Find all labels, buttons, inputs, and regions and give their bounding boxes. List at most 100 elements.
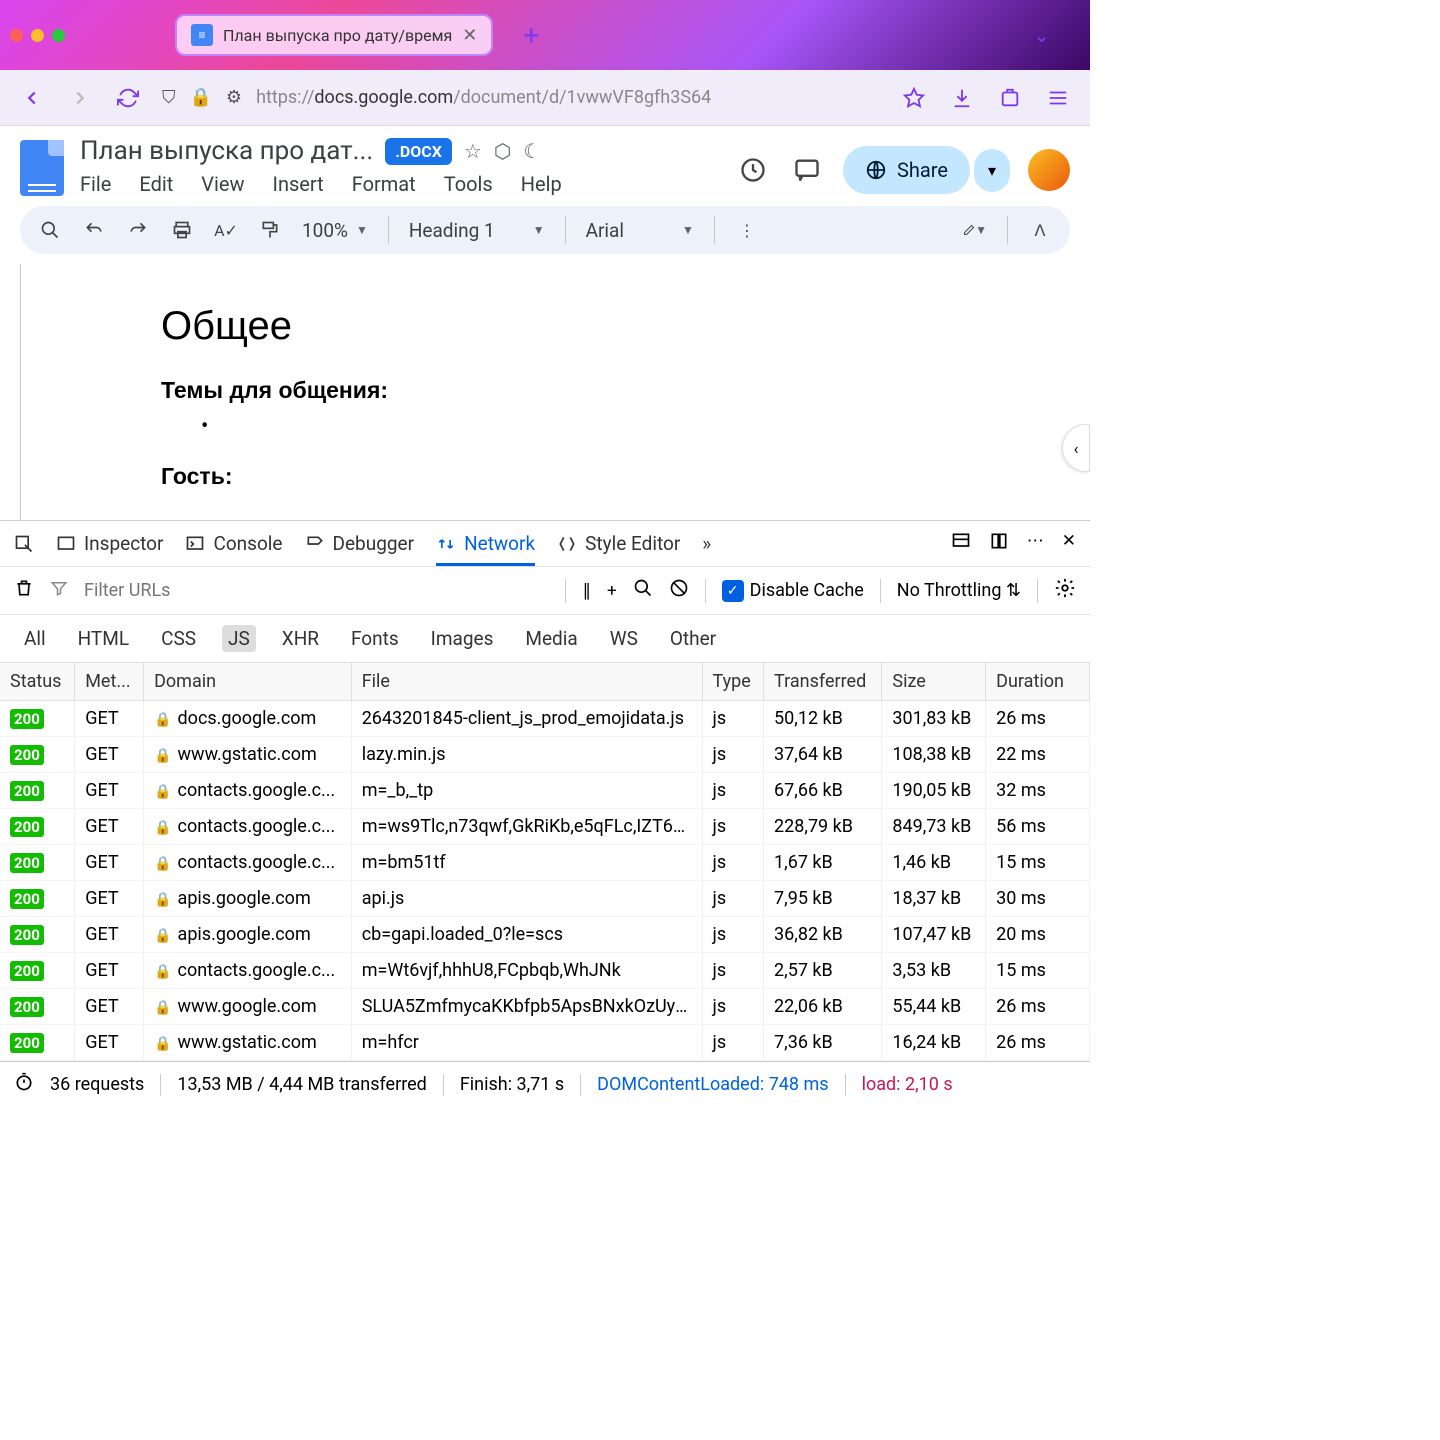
menu-insert[interactable]: Insert xyxy=(273,172,324,196)
filter-css[interactable]: CSS xyxy=(155,625,202,652)
element-picker-icon[interactable] xyxy=(14,534,34,554)
document-title[interactable]: План выпуска про дат... xyxy=(80,136,373,166)
docs-logo-icon[interactable] xyxy=(20,140,64,196)
filter-all[interactable]: All xyxy=(18,625,52,652)
filter-js[interactable]: JS xyxy=(222,625,256,652)
table-row[interactable]: 200GET🔒contacts.google.c...m=Wt6vjf,hhhU… xyxy=(0,953,1090,989)
filter-ws[interactable]: WS xyxy=(604,625,644,652)
reload-button[interactable] xyxy=(114,84,142,112)
col-file[interactable]: File xyxy=(351,663,702,701)
url-input[interactable]: ⛉ 🔒 ⚙ https://docs.google.com/document/d… xyxy=(162,87,880,108)
kebab-menu-icon[interactable]: ⋯ xyxy=(1027,531,1044,556)
clear-icon[interactable] xyxy=(14,578,34,603)
share-button[interactable]: Share xyxy=(843,146,970,194)
search-icon[interactable] xyxy=(633,578,653,603)
table-row[interactable]: 200GET🔒contacts.google.c...m=ws9Tlc,n73q… xyxy=(0,809,1090,845)
back-button[interactable] xyxy=(18,84,46,112)
paragraph-style-select[interactable]: Heading 1▼ xyxy=(409,219,545,242)
maximize-window-button[interactable] xyxy=(52,29,65,42)
close-window-button[interactable] xyxy=(10,29,23,42)
menu-edit[interactable]: Edit xyxy=(139,172,173,196)
paint-format-icon[interactable] xyxy=(258,218,282,242)
star-icon[interactable]: ☆ xyxy=(464,139,482,163)
downloads-icon[interactable] xyxy=(948,84,976,112)
col-duration[interactable]: Duration xyxy=(986,663,1090,701)
tab-style-editor[interactable]: Style Editor xyxy=(557,532,680,555)
redo-icon[interactable] xyxy=(126,218,150,242)
more-icon[interactable]: ⋮ xyxy=(735,218,759,242)
share-dropdown-button[interactable]: ▾ xyxy=(974,149,1010,192)
table-row[interactable]: 200GET🔒docs.google.com2643201845-client_… xyxy=(0,701,1090,737)
search-icon[interactable] xyxy=(38,218,62,242)
doc-heading-1[interactable]: Общее xyxy=(161,304,950,349)
table-row[interactable]: 200GET🔒apis.google.comcb=gapi.loaded_0?l… xyxy=(0,917,1090,953)
col-transferred[interactable]: Transferred xyxy=(764,663,882,701)
editing-mode-icon[interactable]: ▼ xyxy=(963,218,987,242)
responsive-mode-icon[interactable] xyxy=(951,531,971,556)
filter-media[interactable]: Media xyxy=(519,625,583,652)
permissions-icon: ⚙ xyxy=(226,87,242,108)
menu-view[interactable]: View xyxy=(201,172,244,196)
menu-help[interactable]: Help xyxy=(521,172,562,196)
font-select[interactable]: Arial▼ xyxy=(586,219,694,242)
menu-icon[interactable] xyxy=(1044,84,1072,112)
add-icon[interactable]: + xyxy=(607,581,617,601)
minimize-window-button[interactable] xyxy=(31,29,44,42)
print-icon[interactable] xyxy=(170,218,194,242)
pause-icon[interactable]: ∥ xyxy=(582,581,591,601)
bookmark-star-icon[interactable] xyxy=(900,84,928,112)
cloud-status-icon[interactable]: ☾ xyxy=(523,139,541,163)
col-method[interactable]: Met... xyxy=(75,663,144,701)
move-icon[interactable]: ⬡ xyxy=(494,139,511,163)
menu-tools[interactable]: Tools xyxy=(444,172,493,196)
dock-mode-icon[interactable] xyxy=(989,531,1009,556)
tabs-list-dropdown-icon[interactable]: ⌄ xyxy=(1033,23,1050,47)
doc-heading-3[interactable]: Темы для общения: xyxy=(161,377,950,404)
table-row[interactable]: 200GET🔒contacts.google.c...m=bm51tfjs1,6… xyxy=(0,845,1090,881)
col-status[interactable]: Status xyxy=(0,663,75,701)
side-panel-toggle[interactable]: ‹ xyxy=(1062,424,1090,472)
tab-network[interactable]: Network xyxy=(436,532,535,566)
comments-icon[interactable] xyxy=(789,152,825,188)
col-domain[interactable]: Domain xyxy=(144,663,352,701)
new-tab-button[interactable]: + xyxy=(523,19,539,52)
disable-cache-checkbox[interactable]: ✓Disable Cache xyxy=(722,580,864,602)
throttling-select[interactable]: No Throttling ⇅ xyxy=(897,580,1021,601)
tab-inspector[interactable]: Inspector xyxy=(56,532,163,555)
history-icon[interactable] xyxy=(735,152,771,188)
close-devtools-icon[interactable]: ✕ xyxy=(1062,531,1076,556)
table-row[interactable]: 200GET🔒www.gstatic.comm=hfcrjs7,36 kB16,… xyxy=(0,1025,1090,1061)
document-canvas[interactable]: Общее Темы для общения: • Гость: ‹ xyxy=(20,264,1090,520)
tab-close-icon[interactable]: ✕ xyxy=(462,25,477,46)
doc-heading-3[interactable]: Гость: xyxy=(161,463,950,490)
table-row[interactable]: 200GET🔒contacts.google.c...m=_b,_tpjs67,… xyxy=(0,773,1090,809)
col-type[interactable]: Type xyxy=(702,663,764,701)
settings-gear-icon[interactable] xyxy=(1054,577,1076,604)
doc-bullet[interactable]: • xyxy=(201,414,950,439)
user-avatar[interactable] xyxy=(1028,149,1070,191)
filter-other[interactable]: Other xyxy=(664,625,722,652)
table-row[interactable]: 200GET🔒apis.google.comapi.jsjs7,95 kB18,… xyxy=(0,881,1090,917)
collapse-toolbar-icon[interactable]: ᐱ xyxy=(1028,218,1052,242)
col-size[interactable]: Size xyxy=(882,663,986,701)
filter-input[interactable] xyxy=(84,580,549,601)
stopwatch-icon[interactable] xyxy=(14,1072,34,1097)
browser-tab-active[interactable]: ≡ План выпуска про дату/время ✕ xyxy=(175,14,493,56)
filter-images[interactable]: Images xyxy=(425,625,500,652)
tab-overflow-icon[interactable]: » xyxy=(702,532,711,555)
filter-fonts[interactable]: Fonts xyxy=(345,625,405,652)
filter-html[interactable]: HTML xyxy=(72,625,135,652)
menu-format[interactable]: Format xyxy=(352,172,416,196)
filter-xhr[interactable]: XHR xyxy=(276,625,325,652)
tab-console[interactable]: Console xyxy=(185,532,282,555)
table-row[interactable]: 200GET🔒www.gstatic.comlazy.min.jsjs37,64… xyxy=(0,737,1090,773)
menu-file[interactable]: File xyxy=(80,172,111,196)
extensions-icon[interactable] xyxy=(996,84,1024,112)
zoom-select[interactable]: 100%▼ xyxy=(302,219,368,242)
block-icon[interactable] xyxy=(669,578,689,603)
undo-icon[interactable] xyxy=(82,218,106,242)
forward-button[interactable] xyxy=(66,84,94,112)
spellcheck-icon[interactable]: A✓ xyxy=(214,218,238,242)
tab-debugger[interactable]: Debugger xyxy=(305,532,415,555)
table-row[interactable]: 200GET🔒www.google.comSLUA5ZmfmycaKKbfpb5… xyxy=(0,989,1090,1025)
